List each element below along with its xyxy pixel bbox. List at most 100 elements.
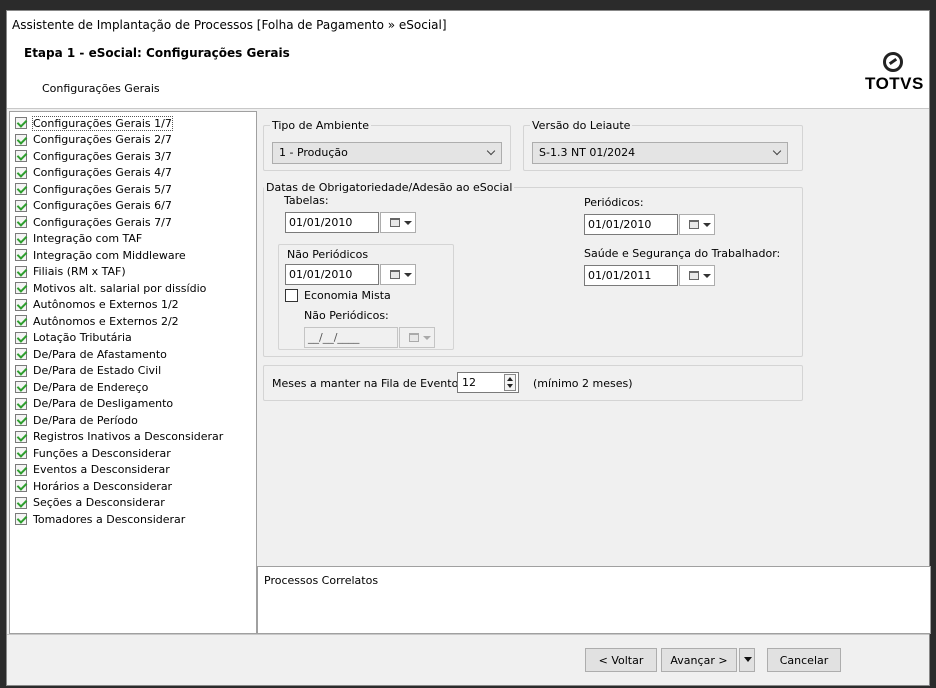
dropdown-arrow-icon bbox=[423, 336, 431, 340]
step-title: Etapa 1 - eSocial: Configurações Gerais bbox=[24, 46, 290, 60]
calendar-icon bbox=[409, 333, 419, 342]
totvs-logo-icon bbox=[883, 52, 903, 72]
ambiente-value: 1 - Produção bbox=[279, 146, 348, 159]
checkmark-icon bbox=[15, 496, 27, 509]
tree-item[interactable]: Configurações Gerais 5/7 bbox=[10, 181, 256, 198]
tree-item[interactable]: Integração com Middleware bbox=[10, 247, 256, 264]
tree-item-label: Registros Inativos a Desconsiderar bbox=[33, 430, 224, 444]
tree-item[interactable]: De/Para de Estado Civil bbox=[10, 363, 256, 380]
steps-tree[interactable]: Configurações Gerais 1/7 Configurações Ge… bbox=[9, 111, 257, 634]
tree-item-label: Filiais (RM x TAF) bbox=[33, 265, 126, 279]
tree-item-label: Seções a Desconsiderar bbox=[33, 496, 165, 510]
tree-item[interactable]: Autônomos e Externos 1/2 bbox=[10, 297, 256, 314]
checkmark-icon bbox=[15, 463, 27, 476]
tree-item[interactable]: Eventos a Desconsiderar bbox=[10, 462, 256, 479]
checkmark-icon bbox=[15, 348, 27, 361]
nao-periodicos-em-date-input[interactable]: __/__/____ bbox=[304, 327, 398, 348]
spin-buttons[interactable] bbox=[504, 374, 516, 391]
sst-date-input[interactable]: 01/01/2011 bbox=[584, 265, 678, 286]
tree-item[interactable]: Funções a Desconsiderar bbox=[10, 445, 256, 462]
next-dropdown-button[interactable] bbox=[739, 648, 755, 672]
checkmark-icon bbox=[15, 447, 27, 460]
config-panel: Tipo de Ambiente 1 - Produção Versão do … bbox=[257, 111, 931, 567]
calendar-icon bbox=[390, 270, 400, 279]
nao-periodicos-calendar-button[interactable] bbox=[380, 264, 416, 285]
checkmark-icon bbox=[15, 397, 27, 410]
checkmark-icon bbox=[15, 265, 27, 278]
tree-item-label: Configurações Gerais 6/7 bbox=[33, 199, 172, 213]
tree-item[interactable]: Configurações Gerais 3/7 bbox=[10, 148, 256, 165]
checkmark-icon bbox=[15, 364, 27, 377]
leiaute-select[interactable]: S-1.3 NT 01/2024 bbox=[532, 142, 788, 164]
related-processes-label: Processos Correlatos bbox=[264, 574, 379, 587]
checkmark-icon bbox=[15, 298, 27, 311]
checkmark-icon bbox=[15, 414, 27, 427]
ambiente-group: Tipo de Ambiente 1 - Produção bbox=[263, 119, 511, 171]
nao-periodicos-em-calendar-button[interactable] bbox=[399, 327, 435, 348]
tree-item[interactable]: Tomadores a Desconsiderar bbox=[10, 511, 256, 528]
nao-periodicos-date-input[interactable]: 01/01/2010 bbox=[285, 264, 379, 285]
leiaute-value: S-1.3 NT 01/2024 bbox=[539, 146, 636, 159]
tree-item-label: De/Para de Endereço bbox=[33, 380, 149, 394]
checkmark-icon bbox=[15, 199, 27, 212]
tree-item[interactable]: Autônomos e Externos 2/2 bbox=[10, 313, 256, 330]
totvs-logo: TOTVS bbox=[865, 52, 924, 94]
ambiente-select[interactable]: 1 - Produção bbox=[272, 142, 502, 164]
periodicos-calendar-button[interactable] bbox=[679, 214, 715, 235]
tabelas-date-input[interactable]: 01/01/2010 bbox=[285, 212, 379, 233]
dropdown-arrow-icon bbox=[703, 223, 711, 227]
tree-item[interactable]: Motivos alt. salarial por dissídio bbox=[10, 280, 256, 297]
tree-item[interactable]: Lotação Tributária bbox=[10, 330, 256, 347]
tabelas-label: Tabelas: bbox=[284, 194, 329, 207]
checkmark-icon bbox=[15, 282, 27, 295]
fila-group: Meses a manter na Fila de Eventos: 12 (m… bbox=[263, 365, 803, 401]
tree-item[interactable]: De/Para de Desligamento bbox=[10, 396, 256, 413]
wizard-window: Assistente de Implantação de Processos [… bbox=[6, 10, 931, 687]
sst-calendar-button[interactable] bbox=[679, 265, 715, 286]
checkmark-icon bbox=[15, 183, 27, 196]
tree-item[interactable]: De/Para de Período bbox=[10, 412, 256, 429]
datas-label: Datas de Obrigatoriedade/Adesão ao eSoci… bbox=[264, 181, 515, 194]
wizard-footer: < Voltar Avançar > Cancelar bbox=[7, 634, 929, 687]
tree-item[interactable]: Registros Inativos a Desconsiderar bbox=[10, 429, 256, 446]
checkmark-icon bbox=[15, 133, 27, 146]
tree-item[interactable]: Configurações Gerais 6/7 bbox=[10, 198, 256, 215]
logo-text: TOTVS bbox=[865, 74, 924, 93]
tree-item[interactable]: Configurações Gerais 1/7 bbox=[10, 115, 256, 132]
periodicos-date-input[interactable]: 01/01/2010 bbox=[584, 214, 678, 235]
checkmark-icon bbox=[15, 249, 27, 262]
checkmark-icon bbox=[15, 430, 27, 443]
checkmark-icon bbox=[15, 166, 27, 179]
tree-item-label: Integração com Middleware bbox=[33, 248, 186, 262]
next-button[interactable]: Avançar > bbox=[661, 648, 737, 672]
fila-label: Meses a manter na Fila de Eventos: bbox=[272, 377, 468, 390]
tabelas-calendar-button[interactable] bbox=[380, 212, 416, 233]
checkmark-icon bbox=[15, 315, 27, 328]
tree-item[interactable]: Configurações Gerais 4/7 bbox=[10, 165, 256, 182]
tree-item-label: Autônomos e Externos 2/2 bbox=[33, 314, 179, 328]
tree-item[interactable]: Configurações Gerais 7/7 bbox=[10, 214, 256, 231]
tree-item-label: Autônomos e Externos 1/2 bbox=[33, 298, 179, 312]
tree-item[interactable]: De/Para de Afastamento bbox=[10, 346, 256, 363]
tree-item-label: Configurações Gerais 7/7 bbox=[33, 215, 172, 229]
leiaute-group: Versão do Leiaute S-1.3 NT 01/2024 bbox=[523, 119, 803, 171]
tree-item-label: Configurações Gerais 3/7 bbox=[33, 149, 172, 163]
back-button[interactable]: < Voltar bbox=[585, 648, 657, 672]
tree-item[interactable]: Horários a Desconsiderar bbox=[10, 478, 256, 495]
tree-item-label: Tomadores a Desconsiderar bbox=[33, 512, 186, 526]
calendar-icon bbox=[390, 218, 400, 227]
checkmark-icon bbox=[15, 216, 27, 229]
checkmark-icon bbox=[15, 150, 27, 163]
cancel-button[interactable]: Cancelar bbox=[767, 648, 841, 672]
tree-item-label: Configurações Gerais 1/7 bbox=[32, 115, 173, 131]
tree-item[interactable]: Seções a Desconsiderar bbox=[10, 495, 256, 512]
fila-months-stepper[interactable]: 12 bbox=[457, 372, 519, 393]
tree-item[interactable]: Configurações Gerais 2/7 bbox=[10, 132, 256, 149]
checkmark-icon bbox=[15, 381, 27, 394]
tree-item-label: De/Para de Afastamento bbox=[33, 347, 167, 361]
tree-item[interactable]: De/Para de Endereço bbox=[10, 379, 256, 396]
wizard-header: Etapa 1 - eSocial: Configurações Gerais … bbox=[7, 41, 929, 109]
tree-item[interactable]: Filiais (RM x TAF) bbox=[10, 264, 256, 281]
economia-mista-checkbox[interactable] bbox=[285, 289, 298, 302]
tree-item[interactable]: Integração com TAF bbox=[10, 231, 256, 248]
